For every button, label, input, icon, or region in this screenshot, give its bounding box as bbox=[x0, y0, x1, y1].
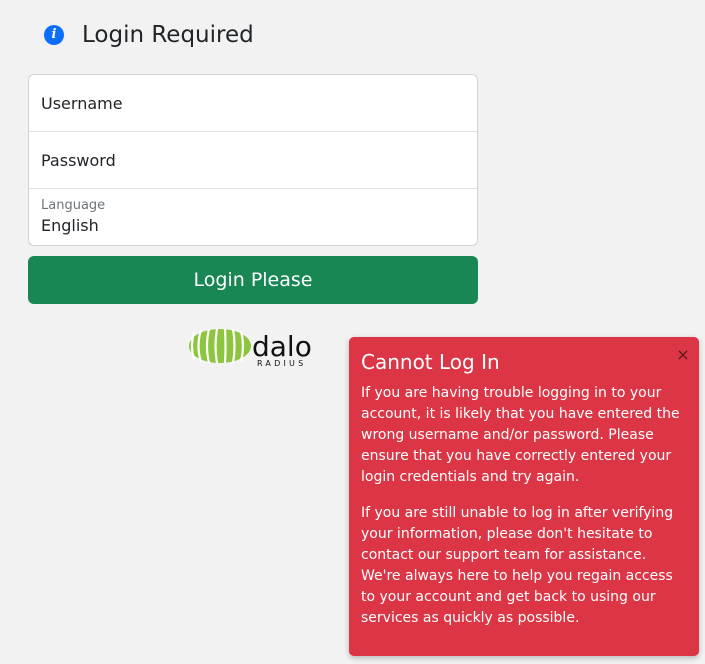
info-icon: i bbox=[44, 25, 64, 45]
username-field-container bbox=[29, 75, 477, 132]
language-select[interactable]: Language English bbox=[29, 189, 477, 245]
daloradius-logo-graphic: dalo RADIUS bbox=[189, 328, 312, 368]
alert-message-1: If you are having trouble logging in to … bbox=[361, 385, 680, 485]
login-form: Language English bbox=[28, 74, 478, 246]
login-header: i Login Required bbox=[44, 20, 254, 50]
login-button[interactable]: Login Please bbox=[28, 256, 478, 304]
daloradius-logo: dalo RADIUS bbox=[188, 326, 320, 368]
alert-title: Cannot Log In bbox=[361, 350, 500, 374]
login-page: i Login Required Language English Login … bbox=[0, 0, 705, 664]
language-value: English bbox=[41, 216, 99, 235]
username-input[interactable] bbox=[41, 93, 465, 113]
page-title: Login Required bbox=[82, 22, 254, 48]
password-field-container bbox=[29, 132, 477, 189]
alert-message-2: If you are still unable to log in after … bbox=[361, 505, 674, 626]
password-input[interactable] bbox=[41, 150, 465, 170]
login-error-alert: Cannot Log In × If you are having troubl… bbox=[349, 337, 699, 656]
close-icon[interactable]: × bbox=[675, 347, 691, 363]
language-label: Language bbox=[41, 198, 106, 213]
logo-subtext: RADIUS bbox=[257, 359, 306, 368]
